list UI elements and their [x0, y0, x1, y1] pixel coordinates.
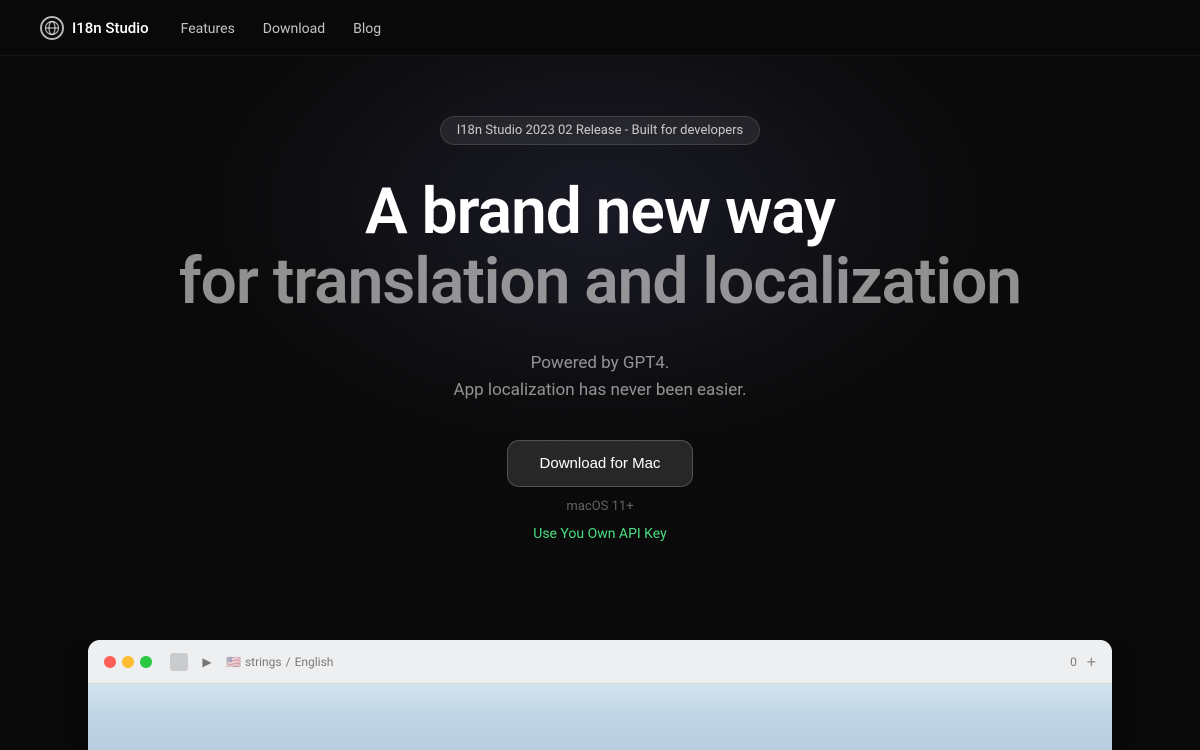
hero-title-line1: A brand new way: [179, 177, 1021, 247]
traffic-light-yellow: [122, 656, 134, 668]
toolbar-icon: [170, 653, 188, 671]
nav-link-blog[interactable]: Blog: [353, 21, 381, 37]
nav-link-features[interactable]: Features: [181, 21, 235, 37]
breadcrumb-separator: /: [286, 655, 291, 669]
app-screenshot: ▶ 🇺🇸 strings / English 0 +: [88, 640, 1112, 750]
screenshot-section: ▶ 🇺🇸 strings / English 0 +: [0, 640, 1200, 750]
hero-subtitle-line2: App localization has never been easier.: [454, 377, 747, 404]
nav-item-blog[interactable]: Blog: [353, 18, 381, 37]
nav-item-download[interactable]: Download: [263, 18, 325, 37]
nav-item-features[interactable]: Features: [181, 18, 235, 37]
badge-text: I18n Studio 2023 02 Release - Built for …: [457, 123, 744, 138]
app-content-clouds: [88, 710, 1112, 750]
breadcrumb-flag: 🇺🇸: [226, 655, 241, 669]
hero-section: I18n Studio 2023 02 Release - Built for …: [0, 56, 1200, 542]
macos-version-label: macOS 11+: [566, 499, 633, 514]
nav-link-download[interactable]: Download: [263, 21, 325, 37]
hero-title-line2: for translation and localization: [179, 247, 1021, 317]
app-content-sky: [88, 684, 1112, 750]
globe-icon: [40, 16, 64, 40]
toolbar-breadcrumb: 🇺🇸 strings / English: [226, 655, 333, 669]
hero-subtitle: Powered by GPT4. App localization has ne…: [454, 350, 747, 404]
nav-links: Features Download Blog: [181, 18, 382, 37]
hero-title: A brand new way for translation and loca…: [179, 177, 1021, 318]
navbar: I18n Studio Features Download Blog: [0, 0, 1200, 56]
nav-logo[interactable]: I18n Studio: [40, 16, 149, 40]
traffic-light-red: [104, 656, 116, 668]
breadcrumb-language: English: [295, 655, 334, 669]
download-mac-button[interactable]: Download for Mac: [507, 440, 694, 487]
release-badge: I18n Studio 2023 02 Release - Built for …: [440, 116, 761, 145]
nav-logo-text: I18n Studio: [72, 19, 149, 37]
traffic-lights: [104, 656, 152, 668]
api-key-link[interactable]: Use You Own API Key: [533, 526, 667, 542]
toolbar-count: 0: [1070, 655, 1077, 669]
app-toolbar: ▶ 🇺🇸 strings / English 0 +: [88, 640, 1112, 684]
toolbar-add-button[interactable]: +: [1087, 652, 1096, 671]
traffic-light-green: [140, 656, 152, 668]
hero-subtitle-line1: Powered by GPT4.: [454, 350, 747, 377]
side-gradient-left: [0, 640, 88, 750]
side-gradient-right: [1112, 640, 1200, 750]
play-icon: ▶: [198, 653, 216, 671]
breadcrumb-strings: strings: [245, 655, 282, 669]
